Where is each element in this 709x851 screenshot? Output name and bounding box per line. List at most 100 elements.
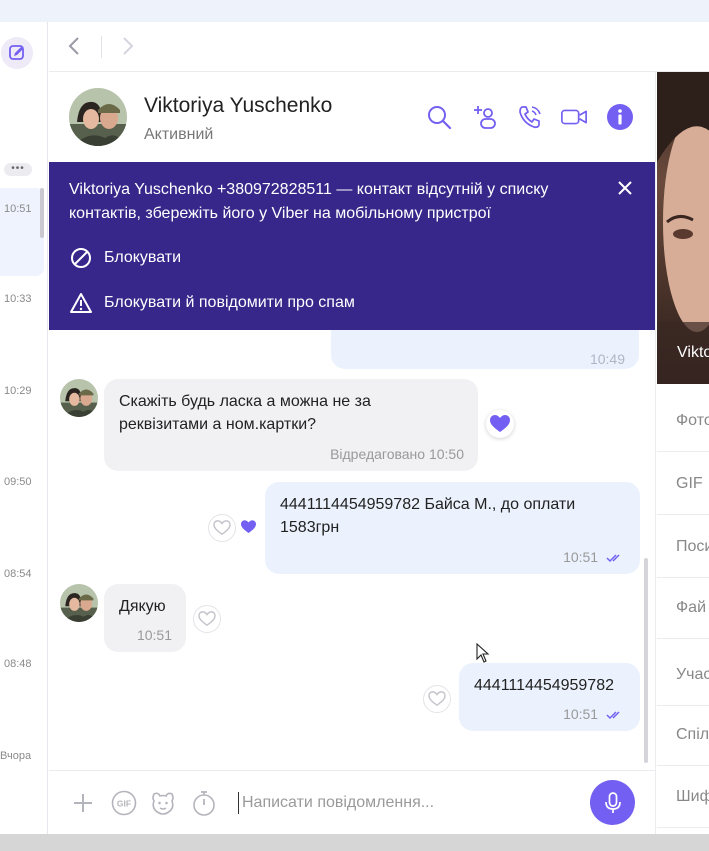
message-text: 4441114454959782 Байса М., до оплати 158… bbox=[280, 496, 576, 536]
more-chats-pill[interactable]: ••• bbox=[4, 163, 32, 176]
window-top-strip bbox=[0, 0, 709, 22]
chat-time: 10:33 bbox=[4, 293, 32, 305]
message-bubble-outgoing[interactable]: 4441114454959782 10:51 bbox=[459, 663, 640, 731]
gif-icon: GIF bbox=[111, 790, 137, 816]
voice-message-button[interactable] bbox=[590, 780, 635, 825]
double-check-icon bbox=[606, 554, 620, 563]
info-item-gif[interactable]: GIF bbox=[657, 457, 709, 515]
message-bubble-outgoing[interactable]: 10:49 bbox=[331, 330, 639, 369]
chat-list-panel: ••• 10:51 10:33 10:29 09:50 08:54 08:48 … bbox=[0, 22, 48, 834]
chat-time: Вчора bbox=[0, 750, 32, 762]
search-button[interactable] bbox=[425, 103, 453, 131]
search-icon bbox=[428, 106, 452, 130]
avatar-photo bbox=[60, 379, 98, 417]
compose-button[interactable] bbox=[1, 37, 33, 69]
microphone-icon bbox=[604, 791, 621, 813]
reaction-button[interactable] bbox=[208, 514, 236, 542]
contact-profile-photo[interactable]: Vikto bbox=[657, 72, 709, 384]
reaction-button[interactable] bbox=[486, 410, 514, 438]
chat-time: 10:51 bbox=[4, 203, 32, 215]
contact-info-panel: Vikto Фото GIF Поси Фай Учас Спіл Шиф bbox=[655, 72, 709, 834]
block-button[interactable]: Блокувати bbox=[69, 246, 181, 270]
heart-outline-icon bbox=[428, 691, 446, 707]
plus-icon bbox=[74, 794, 92, 812]
audio-call-button[interactable] bbox=[516, 103, 544, 131]
reaction-button[interactable] bbox=[193, 605, 221, 633]
profile-photo-name: Vikto bbox=[677, 344, 709, 361]
video-call-button[interactable] bbox=[560, 103, 588, 131]
message-time: 10:51 bbox=[563, 703, 624, 726]
reaction-button[interactable] bbox=[423, 685, 451, 713]
viber-window: ••• 10:51 10:33 10:29 09:50 08:54 08:48 … bbox=[0, 22, 709, 834]
info-item-shared[interactable]: Спіл bbox=[657, 708, 709, 766]
contact-avatar[interactable] bbox=[69, 88, 127, 146]
message-time: 10:51 bbox=[136, 627, 172, 643]
text-caret bbox=[238, 792, 239, 814]
message-scrollbar[interactable] bbox=[644, 558, 648, 763]
chat-header: Viktoriya Yuschenko Активний bbox=[49, 72, 655, 162]
message-time: 10:51 bbox=[563, 546, 624, 569]
back-button[interactable] bbox=[63, 34, 87, 63]
message-input[interactable] bbox=[242, 789, 582, 817]
banner-message: Viktoriya Yuschenko +380972828511 — конт… bbox=[69, 181, 549, 222]
gif-button[interactable]: GIF bbox=[110, 789, 138, 817]
sticker-bear-icon bbox=[152, 792, 174, 815]
info-icon bbox=[607, 104, 633, 130]
stopwatch-icon bbox=[193, 791, 215, 816]
close-icon bbox=[618, 181, 632, 195]
add-participant-button[interactable] bbox=[471, 103, 499, 131]
add-user-icon bbox=[474, 106, 496, 129]
info-item-encryption[interactable]: Шиф bbox=[657, 770, 709, 828]
avatar-photo bbox=[60, 584, 98, 622]
forward-button[interactable] bbox=[115, 34, 139, 63]
message-bubble-incoming[interactable]: Скажіть будь ласка а можна не за реквізи… bbox=[104, 379, 478, 471]
info-button[interactable] bbox=[606, 103, 634, 131]
chat-time: 08:48 bbox=[4, 658, 32, 670]
sender-avatar[interactable] bbox=[60, 584, 98, 622]
message-bubble-outgoing[interactable]: 4441114454959782 Байса М., до оплати 158… bbox=[265, 482, 640, 574]
message-text: Дякую bbox=[119, 598, 166, 615]
info-item-links[interactable]: Поси bbox=[657, 520, 709, 578]
message-text: Скажіть будь ласка а можна не за реквізи… bbox=[119, 393, 371, 433]
block-report-spam-button[interactable]: Блокувати й повідомити про спам bbox=[69, 291, 355, 315]
heart-outline-icon bbox=[213, 520, 231, 536]
message-bubble-incoming[interactable]: Дякую 10:51 bbox=[104, 584, 186, 652]
banner-close-button[interactable] bbox=[615, 178, 635, 198]
chat-time: 10:29 bbox=[4, 385, 32, 397]
screen-bottom-edge bbox=[0, 834, 709, 851]
mouse-cursor-icon bbox=[476, 642, 490, 668]
chat-list-scrollbar[interactable] bbox=[40, 188, 44, 238]
info-item-photos[interactable]: Фото bbox=[657, 394, 709, 452]
heart-outline-icon bbox=[198, 611, 216, 627]
chevron-right-icon bbox=[123, 37, 134, 55]
double-check-icon bbox=[606, 711, 620, 720]
chat-time: 09:50 bbox=[4, 476, 32, 488]
navigation-bar bbox=[49, 22, 709, 72]
message-edited-time: Відредаговано 10:50 bbox=[330, 446, 464, 462]
timer-button[interactable] bbox=[190, 789, 218, 817]
contact-status: Активний bbox=[144, 126, 214, 143]
info-item-participants[interactable]: Учас bbox=[657, 648, 709, 706]
chat-time: 08:54 bbox=[4, 568, 32, 580]
warning-icon bbox=[69, 291, 93, 315]
block-report-spam-label: Блокувати й повідомити про спам bbox=[104, 294, 355, 311]
avatar-photo bbox=[69, 88, 127, 146]
video-camera-icon bbox=[561, 109, 587, 125]
attach-button[interactable] bbox=[69, 789, 97, 817]
chevron-left-icon bbox=[68, 37, 79, 55]
sender-avatar[interactable] bbox=[60, 379, 98, 417]
phone-call-icon bbox=[519, 106, 541, 129]
block-icon bbox=[69, 246, 93, 270]
message-input-bar: GIF bbox=[49, 770, 655, 834]
message-list[interactable]: 10:49 Скажіть будь ласка а можна не за р… bbox=[49, 330, 655, 770]
message-text: 4441114454959782 bbox=[474, 677, 614, 694]
svg-text:GIF: GIF bbox=[117, 799, 131, 809]
block-label: Блокувати bbox=[104, 249, 182, 266]
contact-name: Viktoriya Yuschenko bbox=[144, 94, 333, 117]
info-item-files[interactable]: Фай bbox=[657, 581, 709, 639]
compose-icon bbox=[9, 45, 24, 60]
chat-list-item-selected[interactable] bbox=[0, 188, 44, 276]
sticker-button[interactable] bbox=[149, 789, 177, 817]
heart-filled-icon bbox=[241, 520, 256, 539]
message-time: 10:49 bbox=[589, 351, 625, 367]
